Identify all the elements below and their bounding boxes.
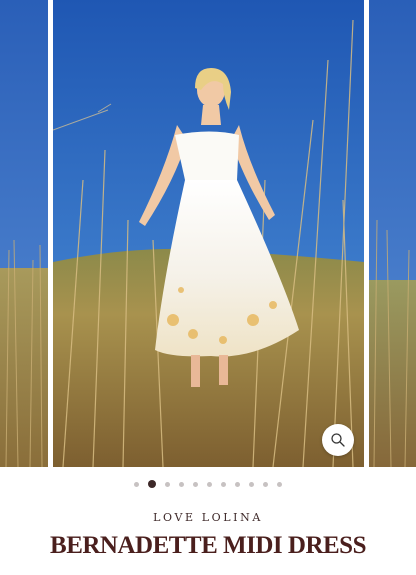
pagination-dot-active[interactable] (148, 480, 156, 488)
next-slide-image[interactable] (369, 0, 416, 467)
pagination-dot[interactable] (263, 481, 268, 487)
pagination-dot[interactable] (193, 481, 198, 487)
search-icon (331, 433, 345, 447)
previous-slide-image[interactable] (0, 0, 48, 467)
pagination-dot[interactable] (165, 481, 170, 487)
pagination-dot[interactable] (277, 481, 282, 487)
pagination-dot[interactable] (207, 481, 212, 487)
pagination-dot[interactable] (179, 481, 184, 487)
carousel-pagination (0, 480, 416, 488)
pagination-dot[interactable] (134, 481, 139, 487)
image-carousel[interactable] (0, 0, 416, 467)
pagination-dot[interactable] (235, 481, 240, 487)
zoom-button[interactable] (322, 424, 354, 456)
brand-name[interactable]: LOVE LOLINA (0, 511, 416, 524)
product-title: BERNADETTE MIDI DRESS (50, 532, 366, 559)
product-photo-main[interactable] (53, 0, 364, 467)
pagination-dot[interactable] (249, 481, 254, 487)
pagination-dot[interactable] (221, 481, 226, 487)
